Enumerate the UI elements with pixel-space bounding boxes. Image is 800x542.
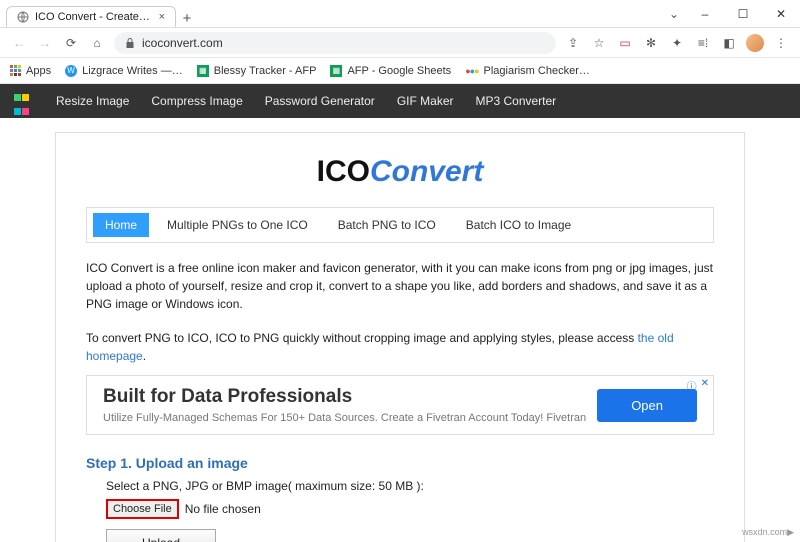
ad-title: Built for Data Professionals <box>103 386 597 408</box>
choose-file-button[interactable]: Choose File <box>106 499 179 519</box>
nav-gif-maker[interactable]: GIF Maker <box>397 94 454 108</box>
url-text: icoconvert.com <box>142 36 223 50</box>
ad-subtitle: Utilize Fully-Managed Schemas For 150+ D… <box>103 412 597 424</box>
intro-text-2: To convert PNG to ICO, ICO to PNG quickl… <box>86 329 714 365</box>
reload-button[interactable]: ⟳ <box>62 36 80 50</box>
nav-resize-image[interactable]: Resize Image <box>56 94 129 108</box>
ad-open-button[interactable]: Open <box>597 389 697 422</box>
main-card: ICOConvert Home Multiple PNGs to One ICO… <box>55 132 745 542</box>
kebab-menu-icon[interactable]: ⋮ <box>772 36 790 50</box>
ad-info-icon[interactable]: ⓘ <box>687 378 697 393</box>
ad-banner[interactable]: Built for Data Professionals Utilize Ful… <box>86 375 714 435</box>
bookmark-label: AFP - Google Sheets <box>347 65 451 77</box>
tab-strip: ICO Convert - Create Icons From… × + <box>0 0 198 27</box>
apps-label: Apps <box>26 65 51 77</box>
share-icon[interactable]: ⇪ <box>564 36 582 50</box>
ad-close-icon[interactable]: ✕ <box>701 378 709 393</box>
tab-title: ICO Convert - Create Icons From… <box>35 11 153 23</box>
extensions-puzzle-icon[interactable]: ✦ <box>668 36 686 50</box>
bookmark-label: Blessy Tracker - AFP <box>214 65 317 77</box>
intro-text-1: ICO Convert is a free online icon maker … <box>86 259 714 313</box>
apps-button[interactable]: Apps <box>10 65 51 77</box>
upload-button[interactable]: Upload <box>106 529 216 542</box>
intro-text-2b: . <box>143 349 146 363</box>
step1-heading: Step 1. Upload an image <box>86 455 714 471</box>
site-nav: Resize Image Compress Image Password Gen… <box>0 84 800 118</box>
bookmark-lizgrace[interactable]: W Lizgrace Writes —… <box>65 65 183 77</box>
watermark: wsxdn.com▶ <box>742 527 794 538</box>
bookmark-blessy-tracker[interactable]: ▦ Blessy Tracker - AFP <box>197 65 317 77</box>
globe-icon <box>17 11 29 23</box>
bookmark-afp-sheets[interactable]: ▦ AFP - Google Sheets <box>330 65 451 77</box>
address-bar: ← → ⟳ ⌂ icoconvert.com ⇪ ☆ ▭ ✻ ✦ ≡⁞ ◧ ⋮ <box>0 28 800 58</box>
mode-tabs: Home Multiple PNGs to One ICO Batch PNG … <box>86 207 714 243</box>
nav-mp3-converter[interactable]: MP3 Converter <box>475 94 556 108</box>
bookmark-label: Plagiarism Checker… <box>484 65 590 77</box>
apps-grid-icon <box>10 65 21 76</box>
bookmarks-bar: Apps W Lizgrace Writes —… ▦ Blessy Track… <box>0 58 800 84</box>
brand-part-convert: Convert <box>370 155 483 188</box>
profile-avatar[interactable] <box>746 34 764 52</box>
tab-multiple-pngs[interactable]: Multiple PNGs to One ICO <box>155 213 320 237</box>
intro-text-2a: To convert PNG to ICO, ICO to PNG quickl… <box>86 331 638 345</box>
plagiarism-icon: ●●● <box>465 66 478 76</box>
lock-icon <box>124 37 136 49</box>
tab-batch-ico-to-image[interactable]: Batch ICO to Image <box>454 213 583 237</box>
step1-desc: Select a PNG, JPG or BMP image( maximum … <box>106 479 714 493</box>
extension-icon-3[interactable]: ≡⁞ <box>694 36 712 50</box>
bookmark-label: Lizgrace Writes —… <box>82 65 183 77</box>
sheets-icon: ▦ <box>197 65 209 77</box>
site-logo-icon[interactable] <box>14 91 34 111</box>
forward-button[interactable]: → <box>36 36 54 50</box>
nav-compress-image[interactable]: Compress Image <box>151 94 242 108</box>
url-field[interactable]: icoconvert.com <box>114 32 556 54</box>
window-titlebar: ICO Convert - Create Icons From… × + ⌄ –… <box>0 0 800 28</box>
new-tab-button[interactable]: + <box>176 10 198 27</box>
sheets-icon: ▦ <box>330 65 342 77</box>
wordpress-icon: W <box>65 65 77 77</box>
brand-part-ico: ICO <box>317 155 370 188</box>
window-close-button[interactable]: ✕ <box>762 0 800 27</box>
tab-batch-png-to-ico[interactable]: Batch PNG to ICO <box>326 213 448 237</box>
page-viewport: Resize Image Compress Image Password Gen… <box>0 84 800 542</box>
close-tab-icon[interactable]: × <box>159 11 165 23</box>
extension-icon-2[interactable]: ✻ <box>642 36 660 50</box>
tab-home[interactable]: Home <box>93 213 149 237</box>
side-panel-icon[interactable]: ◧ <box>720 36 738 50</box>
brand-title: ICOConvert <box>86 155 714 189</box>
star-icon[interactable]: ☆ <box>590 36 608 50</box>
bookmark-plagiarism[interactable]: ●●● Plagiarism Checker… <box>465 65 590 77</box>
browser-tab-active[interactable]: ICO Convert - Create Icons From… × <box>6 6 176 27</box>
tablist-chevron-icon[interactable]: ⌄ <box>662 0 686 27</box>
nav-password-generator[interactable]: Password Generator <box>265 94 375 108</box>
window-maximize-button[interactable]: ☐ <box>724 0 762 27</box>
extension-icon-1[interactable]: ▭ <box>616 36 634 50</box>
home-button[interactable]: ⌂ <box>88 36 106 50</box>
window-minimize-button[interactable]: – <box>686 0 724 27</box>
file-chosen-label: No file chosen <box>185 502 261 516</box>
back-button[interactable]: ← <box>10 36 28 50</box>
